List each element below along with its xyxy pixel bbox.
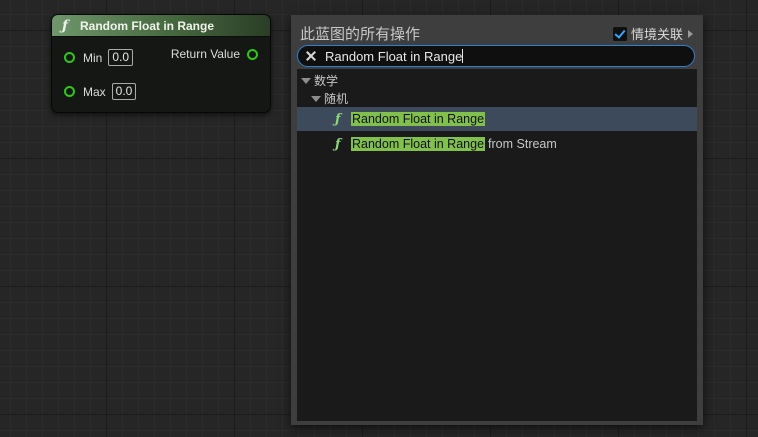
return-value-output-row: Return Value bbox=[171, 47, 258, 61]
search-input-text: Random Float in Range bbox=[325, 48, 463, 64]
action-tree[interactable]: 数学 随机 ƒ Random Float in Range ƒ Random F… bbox=[297, 69, 697, 421]
context-sensitive-label: 情境关联 bbox=[630, 28, 683, 43]
clear-search-icon[interactable] bbox=[305, 50, 317, 62]
text-caret bbox=[462, 49, 464, 63]
menu-title: 此蓝图的所有操作 bbox=[300, 25, 421, 43]
return-value-pin-icon[interactable] bbox=[247, 48, 258, 60]
search-input[interactable]: Random Float in Range bbox=[325, 47, 665, 65]
min-pin-label: Min bbox=[83, 50, 103, 65]
min-input-row: Min 0.0 bbox=[64, 49, 134, 66]
max-input-row: Max 0.0 bbox=[64, 83, 137, 100]
context-sensitive-checkbox[interactable] bbox=[612, 26, 627, 41]
item-match-text: Random Float in Range bbox=[351, 137, 486, 151]
function-icon: ƒ bbox=[335, 111, 341, 127]
category-math-label: 数学 bbox=[314, 74, 339, 88]
category-math[interactable]: 数学 bbox=[301, 72, 338, 89]
return-value-label: Return Value bbox=[170, 47, 240, 61]
collapse-arrow-icon[interactable] bbox=[301, 77, 311, 84]
collapse-arrow-icon[interactable] bbox=[311, 95, 321, 102]
category-random[interactable]: 随机 bbox=[311, 90, 348, 107]
action-item-random-float-in-range[interactable]: ƒ Random Float in Range bbox=[297, 107, 697, 131]
action-item-random-float-in-range-from-stream[interactable]: ƒ Random Float in Range from Stream bbox=[297, 132, 697, 156]
min-exec-pin-icon[interactable] bbox=[64, 52, 75, 63]
context-sensitive-toggle[interactable]: 情境关联 bbox=[612, 24, 693, 43]
random-float-in-range-node[interactable]: ƒ Random Float in Range Min 0.0 Max 0.0 … bbox=[51, 14, 271, 113]
node-title: Random Float in Range bbox=[80, 18, 215, 33]
item-match-text: Random Float in Range bbox=[351, 112, 486, 126]
item-rest-text: from Stream bbox=[488, 137, 557, 151]
max-pin-label: Max bbox=[83, 84, 106, 99]
max-pin-icon[interactable] bbox=[64, 86, 75, 97]
function-icon: ƒ bbox=[335, 136, 341, 152]
category-random-label: 随机 bbox=[324, 92, 349, 106]
expand-arrow-icon[interactable] bbox=[688, 29, 693, 38]
blueprint-action-menu: 此蓝图的所有操作 情境关联 Random Float in Range 数学 随… bbox=[291, 15, 703, 425]
search-box[interactable]: Random Float in Range bbox=[297, 45, 695, 67]
min-value-field[interactable]: 0.0 bbox=[108, 49, 134, 66]
function-icon: ƒ bbox=[62, 17, 69, 34]
max-value-field[interactable]: 0.0 bbox=[111, 83, 137, 100]
node-header[interactable]: ƒ Random Float in Range bbox=[52, 15, 270, 37]
